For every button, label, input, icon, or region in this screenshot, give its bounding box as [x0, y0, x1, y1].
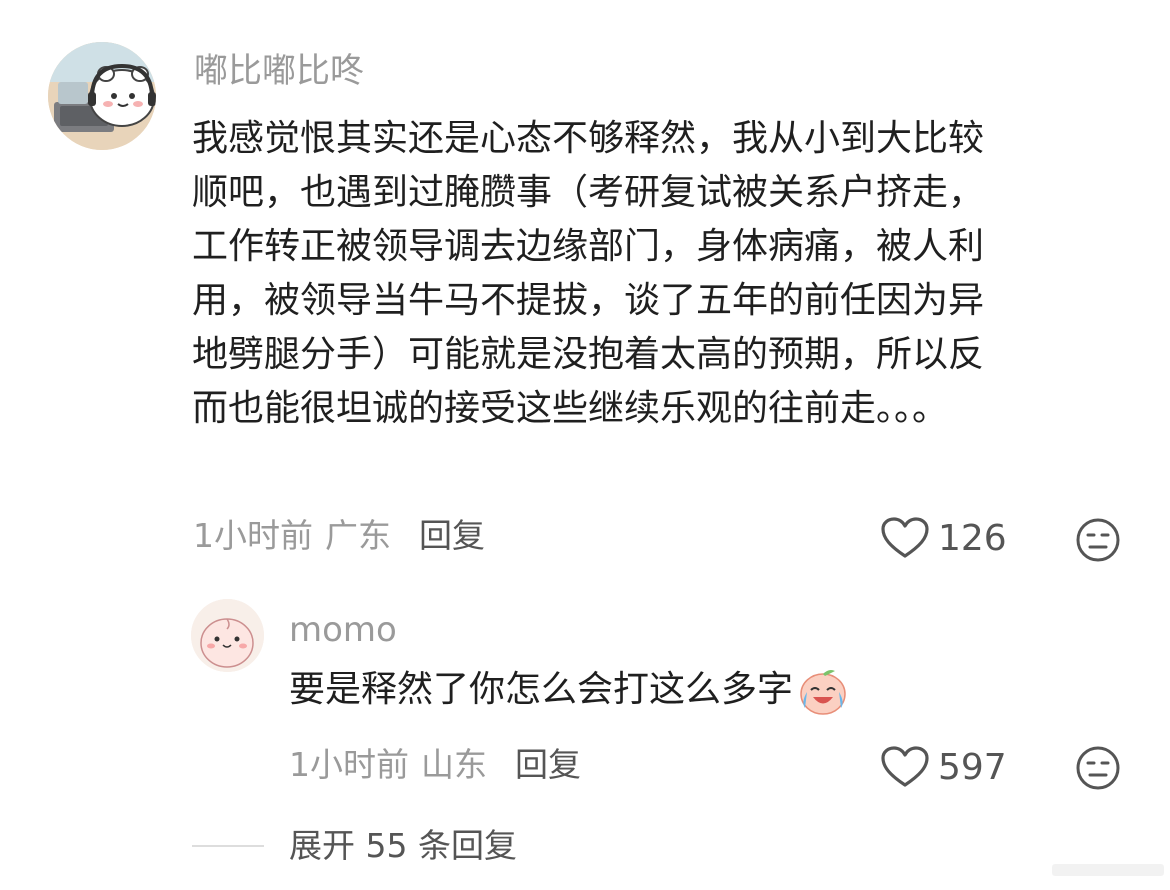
comment-body: 我感觉恨其实还是心态不够释然，我从小到大比较 顺吧，也遇到过腌臜事（考研复试被关… — [192, 112, 1122, 436]
reply-avatar[interactable] — [191, 599, 264, 672]
comment-time: 1小时前 — [193, 516, 313, 555]
expand-divider — [192, 845, 264, 847]
reply-to-reply-button[interactable]: 回复 — [515, 745, 581, 784]
comment-line: 用，被领导当牛马不提拔，谈了五年的前任因为异 — [192, 280, 985, 321]
avatar-peach-image — [191, 599, 264, 672]
reply-meta: 1小时前 山东 回复 — [289, 745, 581, 785]
like-count: 126 — [938, 517, 1007, 559]
comment-line: 工作转正被领导调去边缘部门，身体病痛，被人利 — [192, 226, 985, 267]
comment-location: 广东 — [325, 516, 391, 555]
neutral-face-icon[interactable] — [1075, 745, 1121, 791]
avatar[interactable] — [48, 42, 156, 150]
reply-location: 山东 — [421, 745, 487, 784]
heart-outline-icon — [881, 517, 929, 558]
neutral-face-icon[interactable] — [1075, 517, 1121, 563]
laugh-cry-emoji — [800, 670, 846, 715]
reply-like-button[interactable]: 597 — [880, 745, 1007, 789]
avatar-cartoon-image — [48, 42, 156, 150]
comment-meta: 1小时前 广东 回复 — [193, 516, 485, 556]
heart-outline-icon — [881, 746, 929, 787]
expand-replies-button[interactable]: 展开 55 条回复 — [289, 826, 517, 866]
comment-username[interactable]: 嘟比嘟比咚 — [194, 51, 364, 91]
comment-line: 而也能很坦诚的接受这些继续乐观的往前走。。。 — [192, 388, 949, 429]
reply-button[interactable]: 回复 — [419, 516, 485, 555]
comment-line: 我感觉恨其实还是心态不够释然，我从小到大比较 — [192, 118, 985, 159]
comment-line: 顺吧，也遇到过腌臜事（考研复试被关系户挤走， — [192, 172, 985, 213]
comment-line: 地劈腿分手）可能就是没抱着太高的预期，所以反 — [192, 334, 985, 375]
reply-time: 1小时前 — [289, 745, 409, 784]
watermark-logo — [1052, 864, 1164, 876]
reply-text: 要是释然了你怎么会打这么多字 — [289, 669, 794, 710]
reply-username[interactable]: momo — [289, 610, 397, 650]
reply-like-count: 597 — [938, 746, 1007, 788]
like-button[interactable]: 126 — [880, 516, 1007, 560]
reply-body: 要是释然了你怎么会打这么多字 — [289, 662, 851, 718]
